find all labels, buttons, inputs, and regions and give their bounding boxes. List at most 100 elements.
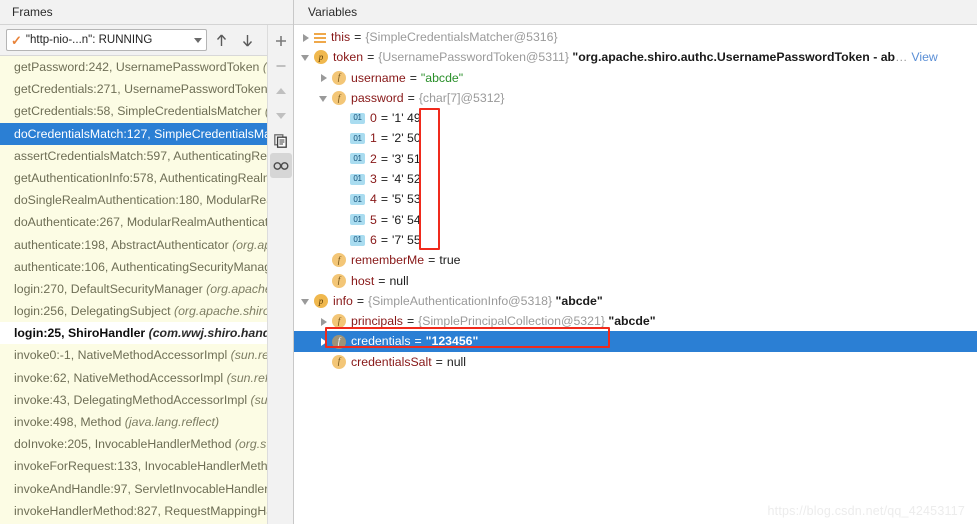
variables-tree[interactable]: this = {SimpleCredentialsMatcher@5316} p to… [294, 25, 977, 524]
expand-arrow-icon[interactable] [318, 72, 329, 83]
array-index-icon: 01 [350, 112, 365, 124]
expand-arrow-icon[interactable] [318, 316, 329, 327]
collapse-arrow-icon[interactable] [318, 93, 329, 104]
variable-row[interactable]: 01 4 = '5' 53 [294, 189, 977, 209]
stack-frame-row[interactable]: assertCredentialsMatch:597, Authenticati… [0, 145, 283, 167]
stack-frame-row[interactable]: invoke:498, Method (java.lang.reflect) [0, 411, 283, 433]
variable-row[interactable]: f host = null [294, 271, 977, 291]
stack-frame-method: invoke:43, [14, 392, 74, 407]
stack-frame-class: AbstractAuthenticator [111, 237, 233, 252]
stack-frame-package: (com.wwj.shiro.handlers) [148, 326, 283, 341]
expand-arrow-icon[interactable] [300, 32, 311, 43]
frames-panel: Frames ✓ "http-nio-...n": RUNNING getPas… [0, 0, 294, 524]
variable-row[interactable]: f username = "abcde" [294, 68, 977, 88]
field-icon: f [332, 334, 346, 349]
variable-value: '1' 49 [392, 111, 421, 126]
stack-frame-row[interactable]: invoke:62, NativeMethodAccessorImpl (sun… [0, 367, 283, 389]
expand-arrow-icon[interactable] [318, 336, 329, 347]
variable-row[interactable]: 01 3 = '4' 52 [294, 169, 977, 189]
stack-frame-row[interactable]: login:25, ShiroHandler (com.wwj.shiro.ha… [0, 322, 283, 345]
copy-icon[interactable] [270, 128, 292, 153]
variable-row[interactable]: 01 1 = '2' 50 [294, 128, 977, 148]
frames-body: getPassword:242, UsernamePasswordToken (… [0, 56, 293, 524]
stack-frame-class: AuthenticatingRealm [159, 170, 274, 185]
variable-row[interactable]: 01 5 = '6' 54 [294, 210, 977, 230]
move-up-icon[interactable] [270, 78, 292, 103]
stack-frame-method: invokeHandlerMethod:827, [14, 503, 165, 518]
collapse-arrow-icon[interactable] [300, 296, 311, 307]
variable-equals: = [380, 192, 389, 207]
variable-reference: {SimpleAuthenticationInfo@5318} [368, 293, 553, 308]
stack-frame-row[interactable]: login:270, DefaultSecurityManager (org.a… [0, 278, 283, 300]
stack-frame-class: RequestMappingHa [164, 503, 274, 518]
move-down-icon[interactable] [270, 103, 292, 128]
variable-row[interactable]: 01 6 = '7' 55 [294, 230, 977, 250]
stack-frame-row[interactable]: invoke0:-1, NativeMethodAccessorImpl (su… [0, 344, 283, 366]
variable-value: '6' 54 [392, 212, 421, 227]
variable-row[interactable]: p token = {UsernamePasswordToken@5311} "org… [294, 47, 977, 67]
stack-frame-class: DefaultSecurityManager [70, 281, 207, 296]
thread-selector[interactable]: ✓ "http-nio-...n": RUNNING [6, 29, 207, 51]
variable-value: '3' 51 [392, 151, 421, 166]
variable-name: rememberMe [351, 253, 425, 268]
stack-frame-row[interactable]: doAuthenticate:267, ModularRealmAuthenti… [0, 211, 283, 233]
stack-frame-method: doInvoke:205, [14, 437, 95, 452]
variable-row[interactable]: 01 2 = '3' 51 [294, 149, 977, 169]
variable-row[interactable]: p info = {SimpleAuthenticationInfo@5318} "a… [294, 291, 977, 311]
field-icon: f [332, 273, 346, 288]
variable-equals: = [380, 151, 389, 166]
variable-row[interactable]: 01 0 = '1' 49 [294, 108, 977, 128]
variable-equals: = [356, 293, 365, 308]
stack-frame-class: NativeMethodAccessorImpl [73, 370, 227, 385]
stack-frame-package: (org.apache.shiro. [173, 304, 274, 319]
stack-frame-row[interactable]: getCredentials:58, SimpleCredentialsMatc… [0, 100, 283, 122]
stack-frames-list[interactable]: getPassword:242, UsernamePasswordToken (… [0, 56, 283, 524]
variable-value: '7' 55 [392, 232, 421, 247]
stack-frame-row[interactable]: invoke:43, DelegatingMethodAccessorImpl … [0, 389, 283, 411]
stack-frame-row[interactable]: doSingleRealmAuthentication:180, Modular… [0, 189, 283, 211]
stack-frame-row[interactable]: authenticate:106, AuthenticatingSecurity… [0, 256, 283, 278]
variable-equals: = [380, 232, 389, 247]
stack-frame-row[interactable]: doCredentialsMatch:127, SimpleCredential… [0, 122, 283, 145]
variable-row[interactable]: f credentials = "123456" [294, 331, 977, 352]
collapse-arrow-icon[interactable] [300, 52, 311, 63]
variable-row[interactable]: f principals = {SimplePrincipalCollection@5… [294, 311, 977, 331]
array-index-icon: 01 [350, 133, 365, 145]
stack-frame-row[interactable]: getAuthenticationInfo:578, Authenticatin… [0, 167, 283, 189]
variable-equals: = [406, 314, 415, 329]
view-value-link[interactable]: View [911, 47, 937, 67]
variable-row[interactable]: f credentialsSalt = null [294, 352, 977, 372]
variable-row[interactable]: f rememberMe = true [294, 250, 977, 270]
variable-row[interactable]: this = {SimpleCredentialsMatcher@5316} [294, 27, 977, 47]
stack-frame-row[interactable]: invokeHandlerMethod:827, RequestMappingH… [0, 500, 283, 522]
variable-value: null [389, 273, 409, 288]
stack-frame-class: DelegatingSubject [70, 304, 174, 319]
add-watch-icon[interactable] [270, 28, 292, 53]
stack-frame-row[interactable]: doInvoke:205, InvocableHandlerMethod (or… [0, 433, 283, 455]
variable-name: credentials [351, 334, 411, 349]
arrow-down-icon[interactable] [236, 29, 259, 52]
array-index-icon: 01 [350, 173, 365, 185]
stack-frame-row[interactable]: login:256, DelegatingSubject (org.apache… [0, 300, 283, 322]
stack-frame-class: ModularRealmAuthenticato [126, 215, 276, 230]
stack-frame-row[interactable]: invokeForRequest:133, InvocableHandlerMe… [0, 455, 283, 477]
watches-icon[interactable] [269, 153, 292, 178]
variable-value: "abcde" [420, 70, 464, 85]
stack-frame-row[interactable]: getCredentials:271, UsernamePasswordToke… [0, 78, 283, 100]
stack-frame-row[interactable]: authenticate:198, AbstractAuthenticator … [0, 234, 283, 256]
variable-name: principals [351, 314, 403, 329]
stack-frame-method: login:270, [14, 281, 71, 296]
variable-equals: = [354, 30, 362, 44]
stack-frame-row[interactable]: getPassword:242, UsernamePasswordToken (… [0, 56, 283, 78]
variable-name: 1 [370, 131, 377, 146]
stack-frame-method: assertCredentialsMatch:597, [14, 148, 174, 163]
variable-name: host [351, 273, 375, 288]
variable-row[interactable]: f password = {char[7]@5312} [294, 88, 977, 108]
stack-frame-class: AuthenticatingReal [173, 148, 277, 163]
remove-watch-icon[interactable] [270, 53, 292, 78]
variable-value: true [439, 253, 461, 268]
arrow-up-icon[interactable] [210, 29, 233, 52]
stack-frame-row[interactable]: invokeAndHandle:97, ServletInvocableHand… [0, 478, 283, 500]
